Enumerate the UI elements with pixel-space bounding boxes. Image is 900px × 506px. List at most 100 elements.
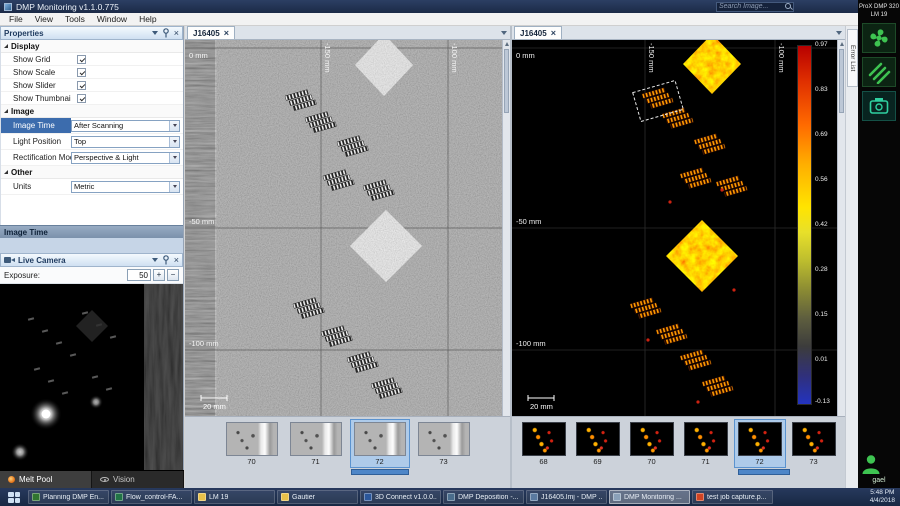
layer-status-button[interactable] [862,57,896,88]
start-button[interactable] [2,489,26,505]
right-tab-j16405[interactable]: J16405 [514,26,562,39]
taskbar-app-flow-control[interactable]: Flow_control-FA... [111,490,192,504]
dropdown-arrow-icon[interactable] [169,136,179,147]
close-icon[interactable] [174,256,179,264]
search-box[interactable] [716,1,794,12]
exposure-value-field[interactable]: 50 [127,269,151,281]
video-camera-icon [4,256,15,264]
thumbnail-cell-70[interactable]: 70 [627,420,677,467]
thumbnail-image[interactable] [521,422,566,456]
show-scale-checkbox[interactable] [77,67,86,77]
thumbnail-cell-71[interactable]: 71 [287,420,345,467]
thumbnail-image[interactable] [353,422,406,456]
thumbnail-image[interactable] [683,422,728,456]
thumbnail-image[interactable] [417,422,470,456]
properties-panel: Properties Display Show Grid Show Scale … [0,26,184,253]
properties-panel-title: Properties [4,28,44,38]
search-input[interactable] [717,3,784,10]
gas-flow-status-button[interactable] [862,23,896,54]
search-icon[interactable] [784,2,793,11]
image-time-dropdown[interactable]: After Scanning [71,119,180,132]
spreadsheet-icon [115,493,123,501]
group-display[interactable]: Display [1,40,183,53]
tab-list-chevron-icon[interactable] [501,31,507,35]
close-icon[interactable] [174,29,179,37]
taskbar-app-test-job-capture[interactable]: test job capture.p... [692,490,773,504]
vertical-scrollbar[interactable] [502,40,510,416]
scrollbar-thumb[interactable] [504,49,509,113]
dropdown-arrow-icon[interactable] [169,120,179,131]
error-list-tab[interactable]: Error List [847,29,858,87]
thumbnail-image[interactable] [629,422,674,456]
system-clock[interactable]: 5:48 PM 4/4/2018 [870,489,895,506]
tab-close-icon[interactable] [224,29,229,37]
thumbnail-image[interactable] [737,422,782,456]
thumbnail-image[interactable] [289,422,342,456]
panel-menu-icon[interactable] [151,258,158,262]
show-slider-checkbox[interactable] [77,80,86,90]
taskbar-app-dmp-deposition[interactable]: DMP Deposition -... [443,490,524,504]
svg-text:0 mm: 0 mm [189,51,208,60]
tab-list-chevron-icon[interactable] [836,31,842,35]
property-description-title: Image Time [0,225,183,238]
menu-view[interactable]: View [29,13,59,25]
units-dropdown[interactable]: Metric [71,180,180,193]
group-image[interactable]: Image [1,105,183,118]
thumbnail-cell-72-selected[interactable]: 72 [733,419,786,468]
tab-close-icon[interactable] [551,29,556,37]
taskbar-app-gautier[interactable]: Gautier [277,490,358,504]
group-other-label: Other [11,167,33,177]
thumbnail-cell-72-selected[interactable]: 72 [349,419,410,468]
scan-image-thermal[interactable]: 0 mm -50 mm -100 mm -150 mm -100 mm 20 m… [512,40,837,416]
vertical-scrollbar[interactable] [837,40,845,416]
thumbnail-image[interactable] [575,422,620,456]
scrollbar-thumb[interactable] [839,49,844,113]
dropdown-arrow-icon[interactable] [169,181,179,192]
thumbnail-cell-70[interactable]: 70 [223,420,281,467]
menu-help[interactable]: Help [133,13,162,25]
rectification-mode-dropdown[interactable]: Perspective & Light [71,151,180,164]
pin-icon[interactable] [162,28,170,38]
taskbar-app-j16405[interactable]: J16405.lmj - DMP ... [526,490,607,504]
menu-file[interactable]: File [3,13,29,25]
menu-tools[interactable]: Tools [59,13,91,25]
thumbnail-cell-73[interactable]: 73 [415,420,473,467]
thumbnail-cell-73[interactable]: 73 [789,420,839,467]
taskbar-app-3d-connect[interactable]: 3D Connect v1.0.0... [360,490,441,504]
scan-image-grayscale[interactable]: 0 mm -50 mm -100 mm -150 mm -100 mm 20 m… [185,40,502,416]
center-canvas[interactable]: 0 mm -50 mm -100 mm -150 mm -100 mm 20 m… [185,40,510,416]
layer-slider[interactable] [351,469,409,475]
camera-status-button[interactable] [862,91,896,122]
pin-icon[interactable] [162,255,170,265]
taskbar-app-lm19[interactable]: LM 19 [194,490,275,504]
live-camera-panel: Live Camera Exposure: 50 + − [0,253,184,470]
light-position-dropdown[interactable]: Top [71,135,180,148]
thumbnail-cell-71[interactable]: 71 [681,420,731,467]
exposure-decrease-button[interactable]: − [167,269,179,281]
tab-vision[interactable]: Vision [92,471,184,488]
panel-menu-icon[interactable] [151,31,158,35]
show-grid-checkbox[interactable] [77,54,86,64]
taskbar-app-dmp-monitoring-active[interactable]: DMP Monitoring ... [609,490,690,504]
show-thumbnails-checkbox[interactable] [77,93,86,103]
taskbar-app-planning[interactable]: Planning DMP En... [28,490,109,504]
app-icon [364,493,372,501]
thumbnail-cell-69[interactable]: 69 [573,420,623,467]
dropdown-arrow-icon[interactable] [169,152,179,163]
thumbnail-image[interactable] [225,422,278,456]
svg-text:0 mm: 0 mm [516,51,535,60]
thumbnail-image[interactable] [791,422,836,456]
group-other[interactable]: Other [1,166,183,179]
windows-flag-icon [8,491,20,503]
thumbnail-cell-68[interactable]: 68 [519,420,569,467]
app-logo-icon [4,2,12,11]
right-canvas[interactable]: 0 mm -50 mm -100 mm -150 mm -100 mm 20 m… [512,40,845,416]
layer-slider[interactable] [738,469,790,475]
menu-window[interactable]: Window [91,13,133,25]
tab-melt-pool[interactable]: Melt Pool [0,471,92,488]
center-tab-j16405[interactable]: J16405 [187,26,235,39]
user-button[interactable]: gael [858,452,900,484]
prop-row-units: Units Metric [1,179,183,195]
app-icon [613,493,621,501]
exposure-increase-button[interactable]: + [153,269,165,281]
